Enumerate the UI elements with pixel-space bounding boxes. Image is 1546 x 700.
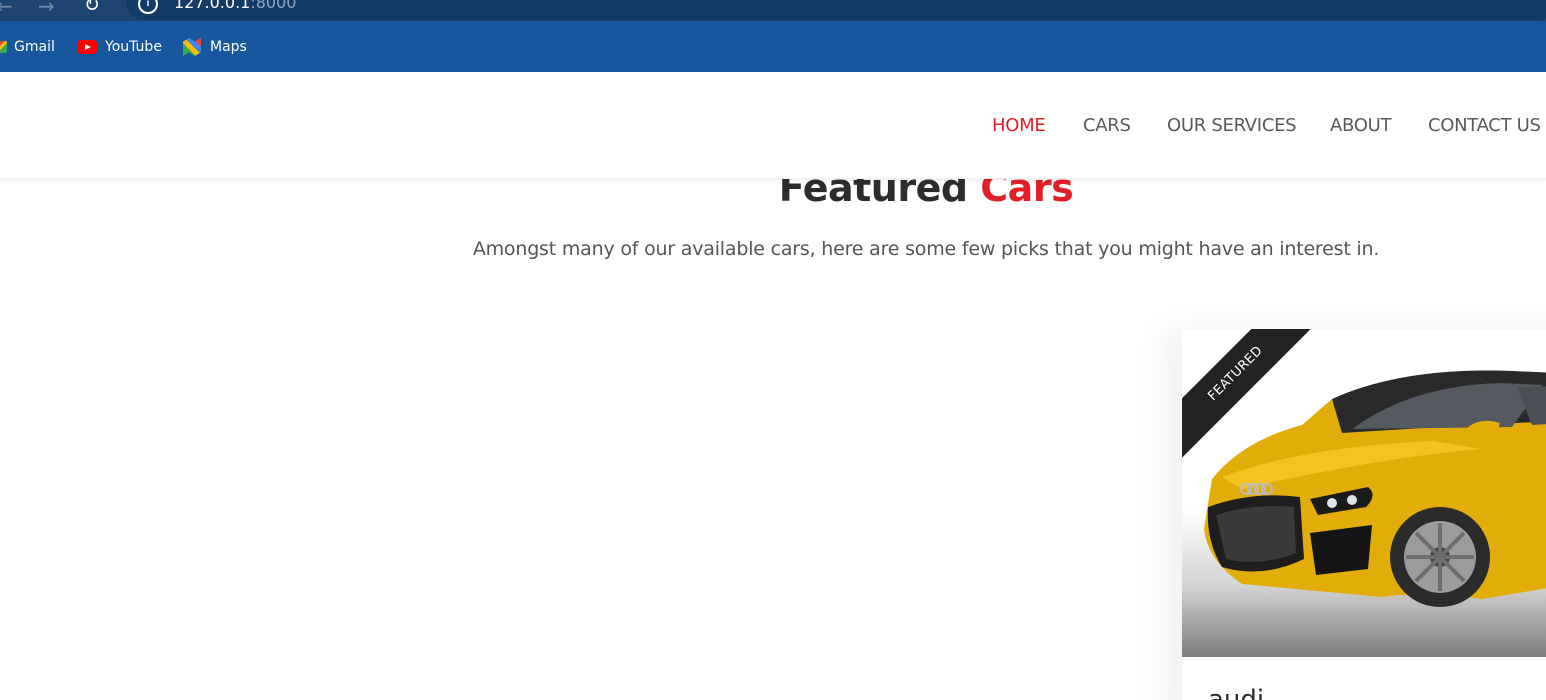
url-text[interactable]: 127.0.0.1:8000 <box>174 0 296 12</box>
bookmark-label: Gmail <box>14 39 55 55</box>
youtube-icon <box>77 40 97 54</box>
nav-cars[interactable]: CARS <box>1083 115 1131 136</box>
back-arrow-icon[interactable]: ← <box>0 0 13 18</box>
maps-icon <box>183 38 201 56</box>
address-bar[interactable] <box>126 0 1546 20</box>
nav-contact-us[interactable]: CONTACT US <box>1428 115 1541 136</box>
url-port: :8000 <box>250 0 297 12</box>
car-image[interactable]: FEATURED <box>1182 329 1546 657</box>
bookmark-youtube[interactable]: YouTube <box>77 37 162 57</box>
site-header: HOME CARS OUR SERVICES ABOUT CONTACT US <box>0 72 1546 179</box>
bookmark-label: Maps <box>210 39 247 55</box>
bookmark-maps[interactable]: Maps <box>183 37 247 57</box>
reload-icon[interactable]: ↻ <box>84 0 100 16</box>
forward-arrow-icon[interactable]: → <box>38 0 55 18</box>
car-name[interactable]: audi <box>1208 685 1264 700</box>
browser-toolbar: ← → ↻ i 127.0.0.1:8000 <box>0 0 1546 21</box>
gmail-icon <box>0 41 7 53</box>
url-host: 127.0.0.1 <box>174 0 251 12</box>
car-card[interactable]: FEATURED audi <box>1182 329 1546 700</box>
nav-our-services[interactable]: OUR SERVICES <box>1167 115 1297 136</box>
bookmarks-bar: Gmail YouTube Maps <box>0 21 1546 72</box>
bookmark-gmail[interactable]: Gmail <box>0 37 55 57</box>
section-subtitle: Amongst many of our available cars, here… <box>472 238 1380 260</box>
nav-home[interactable]: HOME <box>992 115 1046 136</box>
bookmark-label: YouTube <box>105 39 162 55</box>
nav-about[interactable]: ABOUT <box>1330 115 1391 136</box>
